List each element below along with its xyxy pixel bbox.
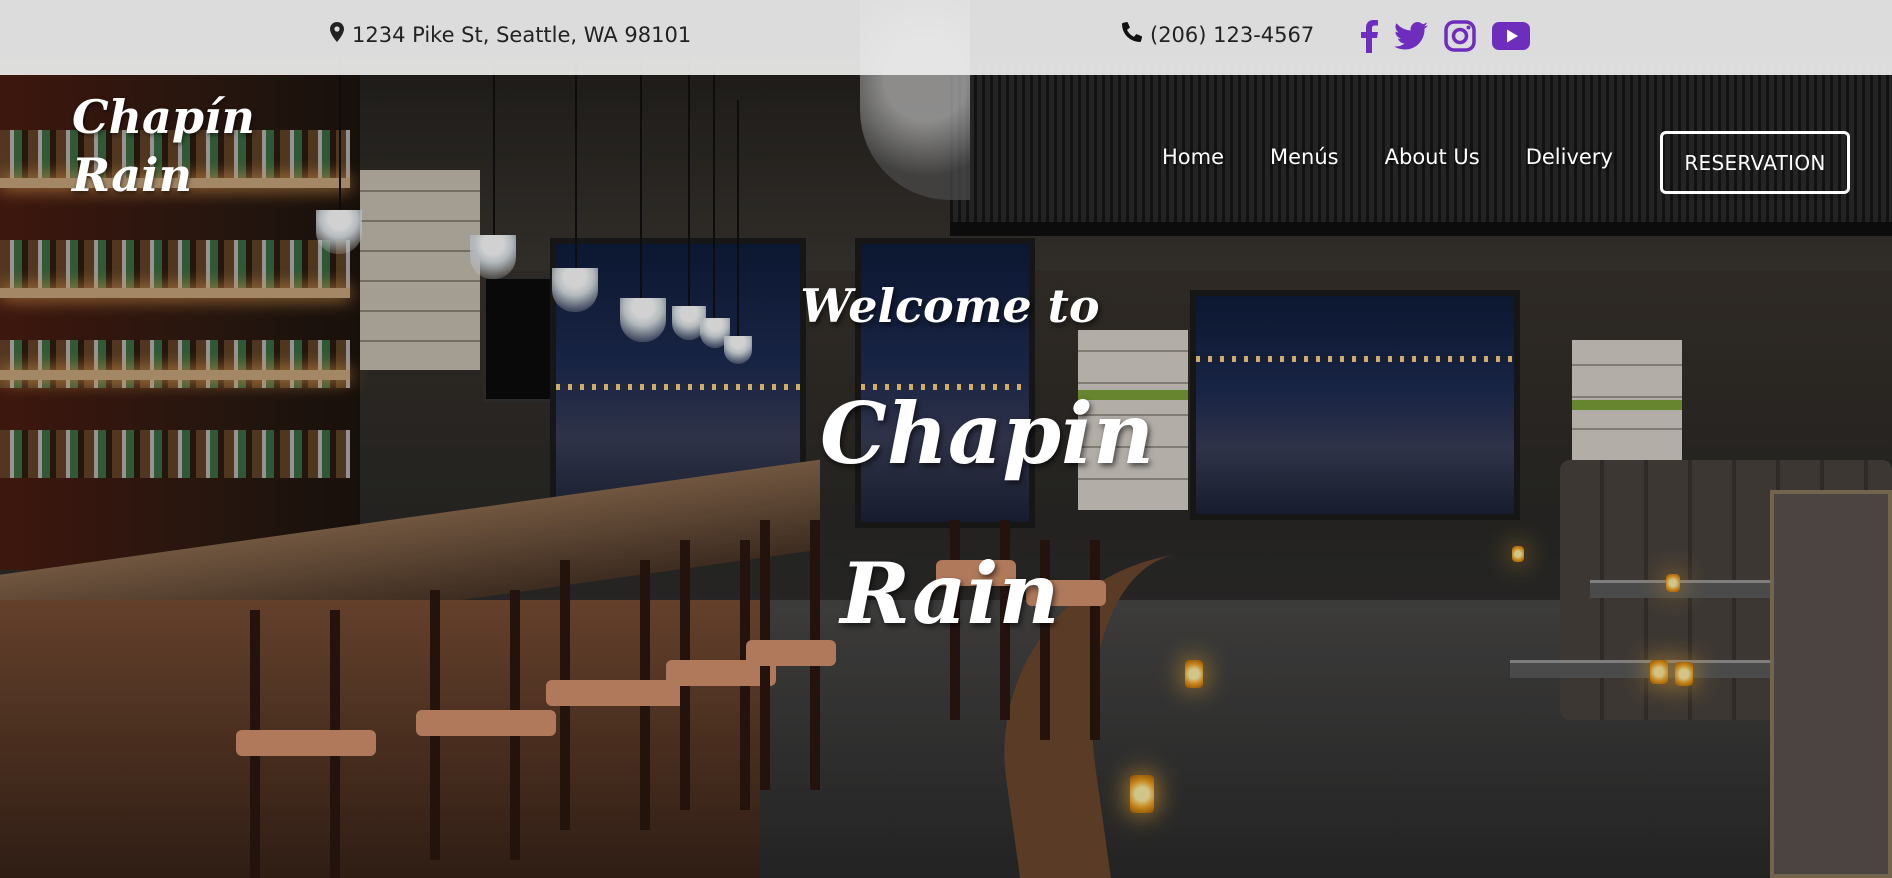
nav-about-us[interactable]: About Us — [1385, 145, 1480, 169]
hero-heading: Welcome to Chapin Rain — [800, 278, 1155, 674]
instagram-icon[interactable] — [1444, 20, 1476, 52]
hero-welcome-text: Welcome to — [800, 279, 1100, 333]
top-info-bar: 1234 Pike St, Seattle, WA 98101 (206) 12… — [0, 0, 1892, 75]
map-marker-icon — [330, 22, 344, 47]
youtube-icon[interactable] — [1492, 22, 1530, 50]
nav-delivery[interactable]: Delivery — [1526, 145, 1613, 169]
reservation-button[interactable]: RESERVATION — [1660, 131, 1850, 194]
address-text: 1234 Pike St, Seattle, WA 98101 — [352, 22, 692, 47]
hero-restaurant-name: Chapin Rain — [820, 384, 1155, 643]
phone-icon — [1121, 21, 1143, 47]
phone-text: (206) 123-4567 — [1150, 22, 1315, 47]
nav-home[interactable]: Home — [1162, 145, 1224, 169]
main-nav: Home Menús About Us Delivery — [1162, 145, 1613, 169]
facebook-icon[interactable] — [1360, 19, 1378, 53]
phone-number[interactable]: (206) 123-4567 — [1121, 21, 1315, 47]
nav-menus[interactable]: Menús — [1270, 145, 1339, 169]
twitter-icon[interactable] — [1394, 22, 1428, 50]
social-links — [1360, 19, 1530, 53]
site-logo[interactable]: Chapín Rain — [72, 88, 255, 204]
address[interactable]: 1234 Pike St, Seattle, WA 98101 — [330, 22, 691, 47]
